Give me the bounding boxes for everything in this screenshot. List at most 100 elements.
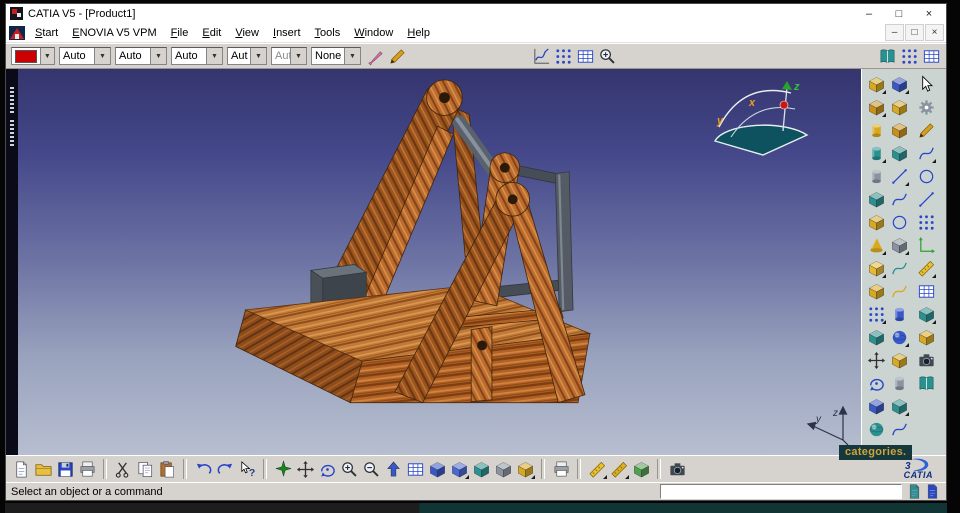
toolbar-drag-handle[interactable] bbox=[10, 120, 14, 148]
3d-viewport[interactable]: z x y z y bbox=[18, 69, 861, 455]
color-combo[interactable]: ▼ bbox=[11, 47, 55, 65]
vpm-dot-grid-icon[interactable] bbox=[899, 46, 919, 66]
paste-icon[interactable] bbox=[157, 459, 177, 479]
remove-body-icon[interactable] bbox=[889, 120, 909, 140]
hole-icon[interactable] bbox=[866, 166, 886, 186]
offset-surface-icon[interactable] bbox=[889, 258, 909, 278]
add-body-icon[interactable] bbox=[889, 97, 909, 117]
assemble-icon[interactable] bbox=[889, 74, 909, 94]
rotate-view-icon[interactable] bbox=[317, 459, 337, 479]
translate-icon[interactable] bbox=[866, 350, 886, 370]
iso-view-icon[interactable] bbox=[427, 459, 447, 479]
thread-icon[interactable] bbox=[889, 373, 909, 393]
shading-edges-icon[interactable] bbox=[471, 459, 491, 479]
stiffener-icon[interactable] bbox=[866, 212, 886, 232]
sphere-surface-icon[interactable] bbox=[889, 327, 909, 347]
menu-enovia[interactable]: ENOVIA V5 VPM bbox=[65, 26, 163, 40]
apply-material-icon[interactable] bbox=[916, 327, 936, 347]
profile-icon[interactable] bbox=[916, 143, 936, 163]
menu-window[interactable]: Window bbox=[347, 26, 400, 40]
menu-tools[interactable]: Tools bbox=[308, 26, 348, 40]
sweep-icon[interactable] bbox=[889, 281, 909, 301]
render-mode-combo[interactable]: Aut ▼ bbox=[227, 47, 267, 65]
loft-icon[interactable] bbox=[866, 235, 886, 255]
linked-doc-icon[interactable] bbox=[924, 483, 941, 500]
command-input[interactable] bbox=[660, 484, 902, 499]
work-grid-icon[interactable] bbox=[916, 281, 936, 301]
copy-icon[interactable] bbox=[135, 459, 155, 479]
chevron-down-icon[interactable]: ▼ bbox=[94, 48, 110, 64]
wireframe-icon[interactable] bbox=[493, 459, 513, 479]
whats-this-icon[interactable]: ? bbox=[237, 459, 257, 479]
thick-surface-icon[interactable] bbox=[889, 350, 909, 370]
zoom-out-icon[interactable] bbox=[361, 459, 381, 479]
rib-icon[interactable] bbox=[866, 189, 886, 209]
update-icon[interactable] bbox=[916, 97, 936, 117]
pocket-icon[interactable] bbox=[866, 97, 886, 117]
scale-body-icon[interactable] bbox=[866, 396, 886, 416]
print-icon[interactable] bbox=[77, 459, 97, 479]
chevron-down-icon[interactable]: ▼ bbox=[150, 48, 166, 64]
screen-capture-icon[interactable] bbox=[667, 459, 687, 479]
view-mode-icon[interactable] bbox=[916, 304, 936, 324]
cut-icon[interactable] bbox=[113, 459, 133, 479]
point-symbol-combo[interactable]: Auto ▼ bbox=[171, 47, 223, 65]
chevron-down-icon[interactable]: ▼ bbox=[250, 48, 266, 64]
maximize-button[interactable]: □ bbox=[884, 5, 914, 22]
measure-icon[interactable] bbox=[916, 258, 936, 278]
graphic-wizard-icon[interactable] bbox=[387, 46, 407, 66]
view-compass[interactable]: z x y bbox=[703, 75, 813, 170]
hide-show-icon[interactable] bbox=[515, 459, 535, 479]
new-document-icon[interactable] bbox=[11, 459, 31, 479]
extract-icon[interactable] bbox=[889, 235, 909, 255]
rotate-body-icon[interactable] bbox=[866, 373, 886, 393]
quick-print-icon[interactable] bbox=[551, 459, 571, 479]
fillet-icon[interactable] bbox=[866, 258, 886, 278]
point-tool-icon[interactable] bbox=[916, 212, 936, 232]
normal-view-icon[interactable] bbox=[383, 459, 403, 479]
redo-icon[interactable] bbox=[215, 459, 235, 479]
boundary-icon[interactable] bbox=[889, 212, 909, 232]
fly-mode-icon[interactable] bbox=[273, 459, 293, 479]
multi-view-icon[interactable] bbox=[405, 459, 425, 479]
undo-icon[interactable] bbox=[193, 459, 213, 479]
workbench-icon[interactable] bbox=[9, 25, 25, 40]
menu-insert[interactable]: Insert bbox=[266, 26, 308, 40]
draft-angle-icon[interactable] bbox=[889, 396, 909, 416]
chamfer-icon[interactable] bbox=[866, 281, 886, 301]
menu-help[interactable]: Help bbox=[400, 26, 437, 40]
graphic-painter-icon[interactable] bbox=[365, 46, 385, 66]
select-icon[interactable] bbox=[916, 74, 936, 94]
menu-file[interactable]: File bbox=[164, 26, 196, 40]
split-icon[interactable] bbox=[889, 166, 909, 186]
measure-between-icon[interactable] bbox=[587, 459, 607, 479]
design-table-icon[interactable] bbox=[553, 46, 573, 66]
intersect-body-icon[interactable] bbox=[889, 143, 909, 163]
menu-start[interactable]: Start bbox=[28, 26, 65, 40]
shaft-icon[interactable] bbox=[866, 120, 886, 140]
filter-combo[interactable]: None ▼ bbox=[311, 47, 361, 65]
child-restore-button[interactable]: □ bbox=[905, 24, 924, 41]
chevron-down-icon[interactable]: ▼ bbox=[344, 48, 360, 64]
toolbar-drag-handle[interactable] bbox=[10, 87, 14, 115]
chevron-down-icon[interactable]: ▼ bbox=[39, 48, 54, 64]
chevron-down-icon[interactable]: ▼ bbox=[206, 48, 222, 64]
child-minimize-button[interactable]: – bbox=[885, 24, 904, 41]
trim-icon[interactable] bbox=[889, 189, 909, 209]
knowledge-formula-icon[interactable] bbox=[531, 46, 551, 66]
render-capture-icon[interactable] bbox=[916, 350, 936, 370]
catalog-browser-icon[interactable] bbox=[877, 46, 897, 66]
close-button[interactable]: × bbox=[914, 5, 944, 22]
line-tool-icon[interactable] bbox=[916, 189, 936, 209]
shading-icon[interactable] bbox=[449, 459, 469, 479]
open-icon[interactable] bbox=[33, 459, 53, 479]
groove-icon[interactable] bbox=[866, 143, 886, 163]
pan-icon[interactable] bbox=[295, 459, 315, 479]
child-close-button[interactable]: × bbox=[925, 24, 944, 41]
minimize-button[interactable]: – bbox=[854, 5, 884, 22]
measure-inertia-icon[interactable] bbox=[631, 459, 651, 479]
pad-icon[interactable] bbox=[866, 74, 886, 94]
power-input-doc-icon[interactable] bbox=[906, 483, 923, 500]
compass-origin-dot[interactable] bbox=[779, 100, 789, 110]
constraint-icon[interactable] bbox=[916, 235, 936, 255]
